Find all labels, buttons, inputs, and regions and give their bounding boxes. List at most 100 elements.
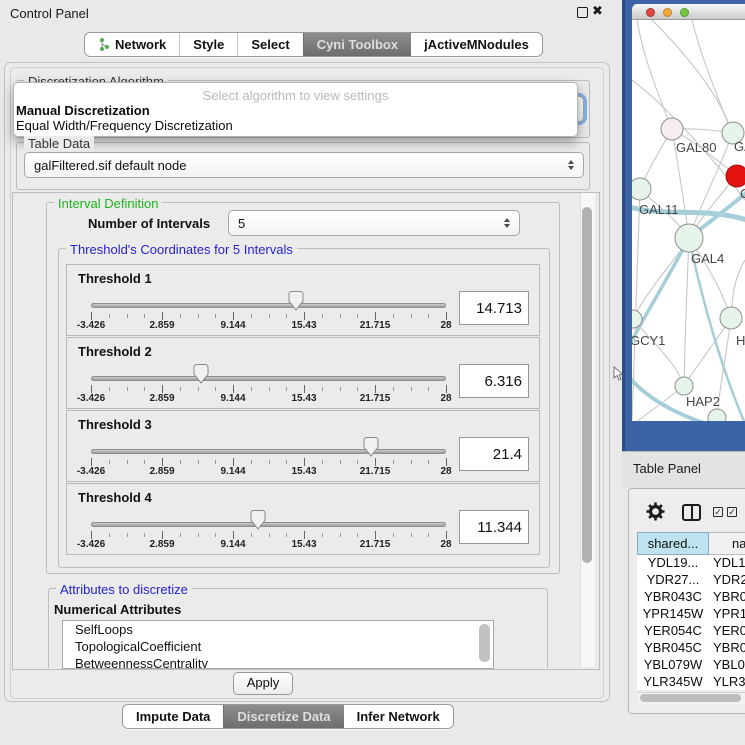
float-icon[interactable] bbox=[577, 7, 588, 18]
threshold-3-slider-track[interactable] bbox=[91, 449, 446, 454]
table-data-selected-value: galFiltered.sif default node bbox=[34, 158, 186, 173]
threshold-4-tick-labels: -3.4262.8599.14415.4321.71528 bbox=[91, 539, 446, 551]
table-row[interactable]: YPR145WYPR14 bbox=[637, 606, 745, 623]
column-header-shared-name[interactable]: shared... bbox=[637, 532, 709, 555]
checkbox-icon[interactable]: ✓ bbox=[713, 507, 723, 517]
tab-style[interactable]: Style bbox=[179, 33, 237, 56]
network-node-label: GAL4 bbox=[691, 251, 724, 266]
network-node-label: GAL80 bbox=[676, 140, 716, 155]
threshold-2-tick-labels: -3.4262.8599.14415.4321.71528 bbox=[91, 393, 446, 405]
control-panel-tabs: Network Style Select Cyni Toolbox jActiv… bbox=[84, 32, 543, 57]
threshold-4-row: Threshold 4 -3.4262.8599.14415.4321.7152… bbox=[66, 483, 540, 555]
table-data-combobox[interactable]: galFiltered.sif default node bbox=[24, 152, 584, 178]
table-row[interactable]: YBR045CYBR04 bbox=[637, 640, 745, 657]
network-node-label: GAL bbox=[734, 139, 745, 154]
table-row[interactable]: YBR043CYBR04 bbox=[637, 589, 745, 606]
attribute-item[interactable]: SelfLoops bbox=[63, 621, 493, 638]
threshold-1-slider-track[interactable] bbox=[91, 303, 446, 308]
combo-arrows-icon bbox=[568, 160, 574, 170]
network-icon bbox=[98, 37, 110, 52]
table-row[interactable]: YDL19...YDL19 bbox=[637, 555, 745, 572]
tab-infer-network[interactable]: Infer Network bbox=[344, 705, 453, 728]
network-node[interactable] bbox=[708, 409, 726, 421]
table-row[interactable]: YER054CYER05 bbox=[637, 623, 745, 640]
threshold-4-slider-track[interactable] bbox=[91, 522, 446, 527]
network-node-label: H bbox=[736, 333, 745, 348]
network-node[interactable] bbox=[675, 377, 693, 395]
num-intervals-label: Number of Intervals bbox=[88, 216, 210, 231]
network-node[interactable] bbox=[726, 165, 745, 187]
gear-icon[interactable] bbox=[646, 502, 665, 521]
attributes-list[interactable]: SelfLoopsTopologicalCoefficientBetweenne… bbox=[62, 620, 494, 669]
threshold-3-tick-labels: -3.4262.8599.14415.4321.71528 bbox=[91, 466, 446, 478]
dropdown-option-manual[interactable]: Manual Discretization bbox=[14, 103, 577, 118]
num-intervals-combobox[interactable]: 5 bbox=[228, 210, 520, 236]
threshold-4-slider-thumb[interactable] bbox=[250, 510, 266, 530]
network-node-label: GAL11 bbox=[639, 202, 679, 217]
threshold-3-label: Threshold 3 bbox=[78, 417, 152, 432]
table-hscrollbar-thumb[interactable] bbox=[640, 694, 741, 702]
network-node-label: GCY1 bbox=[632, 333, 665, 348]
window-zoom-button[interactable] bbox=[680, 8, 689, 17]
algorithm-dropdown-popup: Select algorithm to view settings Manual… bbox=[13, 82, 578, 137]
tab-discretize-data[interactable]: Discretize Data bbox=[223, 705, 343, 728]
network-edges bbox=[632, 20, 745, 421]
cyni-mode-tabs: Impute Data Discretize Data Infer Networ… bbox=[122, 704, 454, 729]
screen: { "window": { "title": "Control Panel" }… bbox=[0, 0, 745, 745]
threshold-1-tick-labels: -3.4262.8599.14415.4321.71528 bbox=[91, 320, 446, 332]
threshold-2-slider-track[interactable] bbox=[91, 376, 446, 381]
tab-jactivemnodules[interactable]: jActiveMNodules bbox=[411, 33, 542, 56]
panel-title: Control Panel bbox=[10, 6, 89, 21]
close-icon[interactable]: ✖ bbox=[592, 3, 603, 19]
numerical-attributes-label: Numerical Attributes bbox=[54, 602, 181, 617]
num-intervals-value: 5 bbox=[238, 216, 245, 231]
network-canvas[interactable]: GAL80 GAL C GAL11 GAL4 GCY1 H HAP2 bbox=[632, 20, 745, 421]
threshold-4-label: Threshold 4 bbox=[78, 490, 152, 505]
attributes-list-scrollbar[interactable] bbox=[479, 624, 490, 662]
threshold-1-value-field[interactable]: 14.713 bbox=[459, 291, 529, 325]
tab-network-label: Network bbox=[115, 37, 166, 52]
network-window-titlebar[interactable] bbox=[632, 4, 745, 20]
tab-impute-data[interactable]: Impute Data bbox=[123, 705, 223, 728]
checkbox-icon[interactable]: ✓ bbox=[727, 507, 737, 517]
dropdown-placeholder-item[interactable]: Select algorithm to view settings bbox=[14, 88, 577, 103]
network-node-label: C bbox=[740, 186, 745, 201]
table-row[interactable]: YLR345WYLR34 bbox=[637, 674, 745, 690]
split-pane-icon[interactable] bbox=[682, 504, 701, 521]
threshold-2-value-field[interactable]: 6.316 bbox=[459, 364, 529, 398]
table-row[interactable]: YDR27...YDR27 bbox=[637, 572, 745, 589]
threshold-1-label: Threshold 1 bbox=[78, 271, 152, 286]
network-node[interactable] bbox=[675, 224, 703, 252]
table-row[interactable]: YBL079WYBL07 bbox=[637, 657, 745, 674]
window-close-button[interactable] bbox=[646, 8, 655, 17]
threshold-2-label: Threshold 2 bbox=[78, 344, 152, 359]
tab-select[interactable]: Select bbox=[237, 33, 302, 56]
attribute-item[interactable]: BetweennessCentrality bbox=[63, 655, 493, 669]
node-table: shared... name YDL19...YDL19YDR27...YDR2… bbox=[637, 532, 745, 690]
attribute-item[interactable]: TopologicalCoefficient bbox=[63, 638, 493, 655]
threshold-1-slider-thumb[interactable] bbox=[288, 291, 304, 311]
tab-network[interactable]: Network bbox=[85, 33, 179, 56]
tab-cyni-toolbox[interactable]: Cyni Toolbox bbox=[303, 33, 411, 56]
network-node[interactable] bbox=[720, 307, 742, 329]
threshold-2-slider-thumb[interactable] bbox=[193, 364, 209, 384]
network-node[interactable] bbox=[632, 178, 651, 200]
settings-scrollbar-thumb[interactable] bbox=[582, 207, 592, 563]
table-panel-title: Table Panel bbox=[633, 461, 701, 476]
window-minimize-button[interactable] bbox=[663, 8, 672, 17]
column-header-name[interactable]: name bbox=[709, 532, 745, 555]
apply-button[interactable]: Apply bbox=[233, 672, 293, 695]
thresholds-group-label: Threshold's Coordinates for 5 Intervals bbox=[66, 242, 297, 257]
threshold-4-value-field[interactable]: 11.344 bbox=[459, 510, 529, 544]
network-node-label: HAP2 bbox=[686, 394, 720, 409]
threshold-3-row: Threshold 3 -3.4262.8599.14415.4321.7152… bbox=[66, 410, 540, 482]
interval-definition-label: Interval Definition bbox=[54, 196, 162, 211]
dropdown-option-equal-width[interactable]: Equal Width/Frequency Discretization bbox=[14, 118, 577, 133]
threshold-3-slider-thumb[interactable] bbox=[363, 437, 379, 457]
threshold-2-row: Threshold 2 -3.4262.8599.14415.4321.7152… bbox=[66, 337, 540, 409]
threshold-1-row: Threshold 1 -3.4262.8599.14415.4321.7152… bbox=[66, 264, 540, 336]
combo-arrows-icon bbox=[504, 218, 510, 228]
threshold-3-value-field[interactable]: 21.4 bbox=[459, 437, 529, 471]
network-node[interactable] bbox=[661, 118, 683, 140]
table-data-group-label: Table Data bbox=[24, 136, 94, 151]
